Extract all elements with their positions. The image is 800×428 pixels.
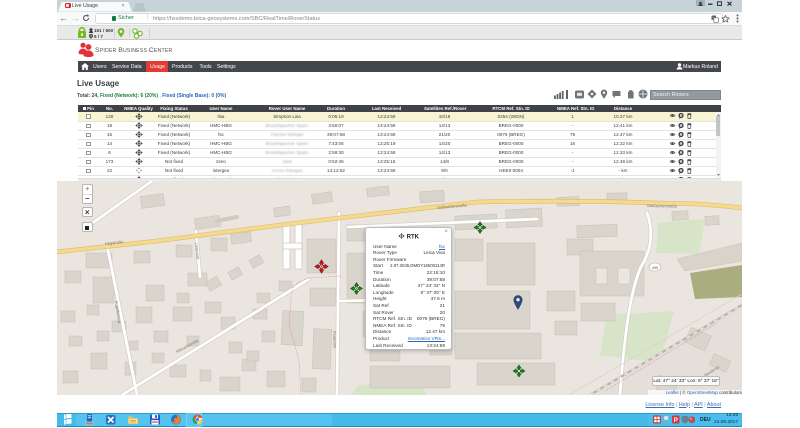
svg-text:495: 495: [652, 266, 658, 270]
svg-text:Gaißacherstraße: Gaißacherstraße: [647, 203, 678, 209]
svg-text:Pontenstr.: Pontenstr.: [332, 331, 338, 349]
svg-text:P: P: [674, 416, 679, 423]
